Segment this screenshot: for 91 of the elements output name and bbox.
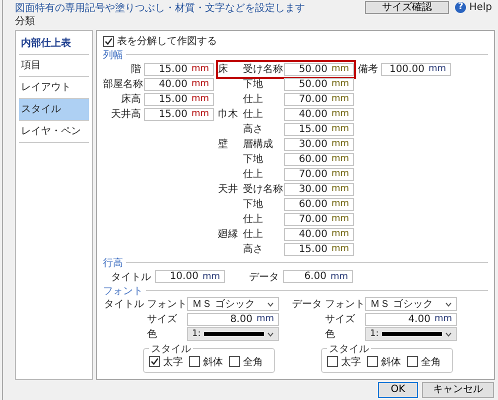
- check-icon: [150, 357, 159, 366]
- checkbox[interactable]: 表を分解して作図する: [103, 34, 217, 48]
- input-field[interactable]: 4.00 mm: [365, 312, 457, 326]
- field-label: 高さ: [243, 122, 264, 136]
- input-field[interactable]: 15.00 mm: [144, 62, 214, 76]
- group-title: スタイル: [327, 342, 371, 356]
- caret-icon: [445, 332, 452, 336]
- checkbox[interactable]: 太字: [149, 354, 183, 368]
- input-field[interactable]: 40.00 mm: [144, 78, 214, 90]
- input-field[interactable]: 10.00 mm: [155, 270, 225, 283]
- help-icon: ?: [455, 2, 466, 13]
- checkbox[interactable]: 斜体: [367, 354, 401, 368]
- color-dropdown[interactable]: 1:: [365, 327, 457, 341]
- field-label: 仕上: [243, 168, 264, 181]
- field-label: 色: [325, 328, 336, 341]
- input-field[interactable]: 40.00 mm: [284, 228, 354, 240]
- field-label: 仕上: [243, 212, 264, 226]
- field-label: 天井高: [110, 108, 141, 121]
- field-label: タイトル: [111, 270, 151, 284]
- group-label: 壁: [218, 138, 229, 151]
- input-field[interactable]: 15.00 mm: [284, 122, 354, 136]
- field-label: 受け名称: [243, 62, 281, 76]
- group-label: 床: [218, 62, 229, 76]
- input-field[interactable]: 30.00 mm: [284, 182, 354, 196]
- input-field[interactable]: 8.00 mm: [187, 312, 279, 326]
- checkbox[interactable]: 全角: [229, 354, 263, 368]
- section-name: タイトル: [103, 298, 144, 311]
- caret-icon: [445, 302, 452, 306]
- field-label: 色: [147, 328, 158, 341]
- input-field[interactable]: 15.00 mm: [144, 92, 214, 106]
- field-label: サイズ: [325, 313, 356, 326]
- field-label: 受け名称: [243, 182, 281, 196]
- sidebar-item[interactable]: 内部仕上表: [19, 33, 89, 55]
- sidebar-item[interactable]: 項目: [19, 55, 89, 77]
- checkbox[interactable]: 太字: [327, 354, 361, 368]
- section-name: データ: [291, 298, 322, 311]
- field-label: 床高: [120, 92, 141, 106]
- input-field[interactable]: 70.00 mm: [284, 92, 354, 106]
- checkbox[interactable]: 斜体: [189, 354, 223, 368]
- input-field[interactable]: 30.00 mm: [284, 138, 354, 150]
- help-link[interactable]: ? Help: [455, 2, 492, 13]
- input-field[interactable]: 60.00 mm: [284, 198, 354, 210]
- checkbox[interactable]: 全角: [407, 354, 441, 368]
- field-label: 高さ: [243, 242, 264, 256]
- field-label: 階: [130, 62, 141, 76]
- group-label: 廻縁: [218, 228, 239, 241]
- field-label: 仕上: [243, 228, 264, 241]
- field-label: サイズ: [147, 313, 178, 326]
- input-field[interactable]: 15.00 mm: [284, 242, 354, 256]
- field-label: 部屋名称: [103, 78, 141, 91]
- field-label: 下地: [243, 198, 264, 211]
- group-title: スタイル: [149, 342, 193, 356]
- font-dropdown[interactable]: ＭＳ ゴシック: [187, 297, 279, 311]
- input-field[interactable]: 50.00 mm: [284, 78, 354, 90]
- ok-button[interactable]: OK: [378, 382, 418, 398]
- input-field[interactable]: 100.00 mm: [381, 62, 451, 76]
- input-field[interactable]: 70.00 mm: [284, 168, 354, 180]
- sidebar-item[interactable]: スタイル: [19, 99, 89, 121]
- caret-icon: [267, 302, 274, 306]
- color-dropdown[interactable]: 1:: [187, 327, 279, 341]
- input-field[interactable]: 50.00 mm: [284, 62, 354, 76]
- section-label: 分類: [15, 16, 36, 28]
- size-check-button[interactable]: サイズ確認: [365, 1, 450, 14]
- font-dropdown[interactable]: ＭＳ ゴシック: [365, 297, 457, 311]
- field-label: 備考: [358, 62, 378, 76]
- caret-icon: [267, 332, 274, 336]
- help-label: Help: [469, 2, 492, 13]
- description-text: 図面特有の専用記号や塗りつぶし・材質・文字などを設定します: [15, 2, 305, 14]
- color-swatch: [204, 332, 264, 336]
- group-label: 天井: [218, 182, 239, 196]
- field-label: 仕上: [243, 108, 264, 121]
- field-label: フォント: [325, 298, 362, 311]
- input-field[interactable]: 40.00 mm: [284, 108, 354, 120]
- field-label: 下地: [243, 78, 264, 91]
- cancel-button[interactable]: キャンセル: [422, 382, 494, 398]
- input-field[interactable]: 15.00 mm: [144, 108, 214, 120]
- field-label: 層構成: [243, 138, 274, 151]
- field-label: データ: [249, 270, 279, 284]
- group-title: 列幅: [103, 48, 123, 62]
- input-field[interactable]: 60.00 mm: [284, 152, 354, 166]
- input-field[interactable]: 6.00 mm: [283, 270, 353, 283]
- field-label: フォント: [147, 298, 184, 311]
- input-field[interactable]: 70.00 mm: [284, 212, 354, 226]
- check-icon: [104, 36, 113, 46]
- group-title: フォント: [103, 284, 143, 298]
- group-title: 行高: [103, 256, 123, 270]
- color-swatch: [382, 332, 442, 336]
- field-label: 下地: [243, 152, 264, 166]
- sidebar-item[interactable]: レイヤ・ペン: [19, 121, 89, 143]
- field-label: 仕上: [243, 92, 264, 106]
- group-label: 巾木: [218, 108, 239, 121]
